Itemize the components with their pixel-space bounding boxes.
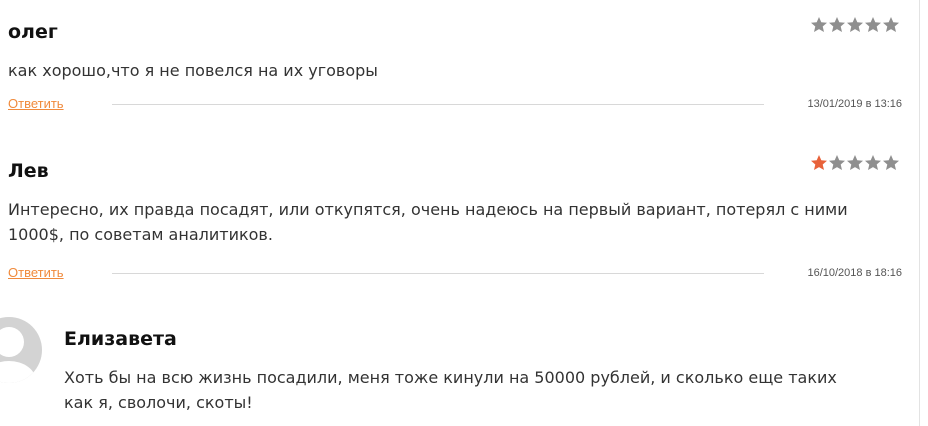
reply-link[interactable]: Ответить — [8, 97, 64, 111]
avatar-body-shape — [0, 361, 36, 383]
rating-stars — [810, 154, 900, 171]
star-icon — [810, 154, 828, 171]
footer-divider — [112, 273, 764, 274]
comment-author: олег — [8, 21, 58, 43]
star-icon — [864, 154, 882, 171]
comment-footer: Ответить 16/10/2018 в 18:16 — [8, 266, 904, 280]
content-right-border — [919, 0, 920, 426]
star-icon — [828, 154, 846, 171]
star-icon — [810, 16, 828, 33]
reply-author: Елизавета — [64, 328, 177, 350]
default-avatar-icon — [0, 317, 42, 383]
comment-text: как хорошо,что я не повелся на их уговор… — [8, 61, 378, 80]
star-icon — [846, 154, 864, 171]
reply-text: Хоть бы на всю жизнь посадили, меня тоже… — [64, 368, 837, 412]
comment-footer: Ответить 13/01/2019 в 13:16 — [8, 97, 904, 111]
reply-link[interactable]: Ответить — [8, 266, 64, 280]
comment-author: Лев — [8, 160, 49, 182]
star-icon — [846, 16, 864, 33]
avatar-head-shape — [0, 327, 24, 357]
comment-date: 16/10/2018 в 18:16 — [807, 267, 902, 279]
star-icon — [882, 16, 900, 33]
comment-date: 13/01/2019 в 13:16 — [807, 98, 902, 110]
comment-text: Интересно, их правда посадят, или откупя… — [8, 200, 848, 244]
star-icon — [882, 154, 900, 171]
star-icon — [864, 16, 882, 33]
footer-divider — [112, 104, 764, 105]
star-icon — [828, 16, 846, 33]
rating-stars — [810, 16, 900, 33]
